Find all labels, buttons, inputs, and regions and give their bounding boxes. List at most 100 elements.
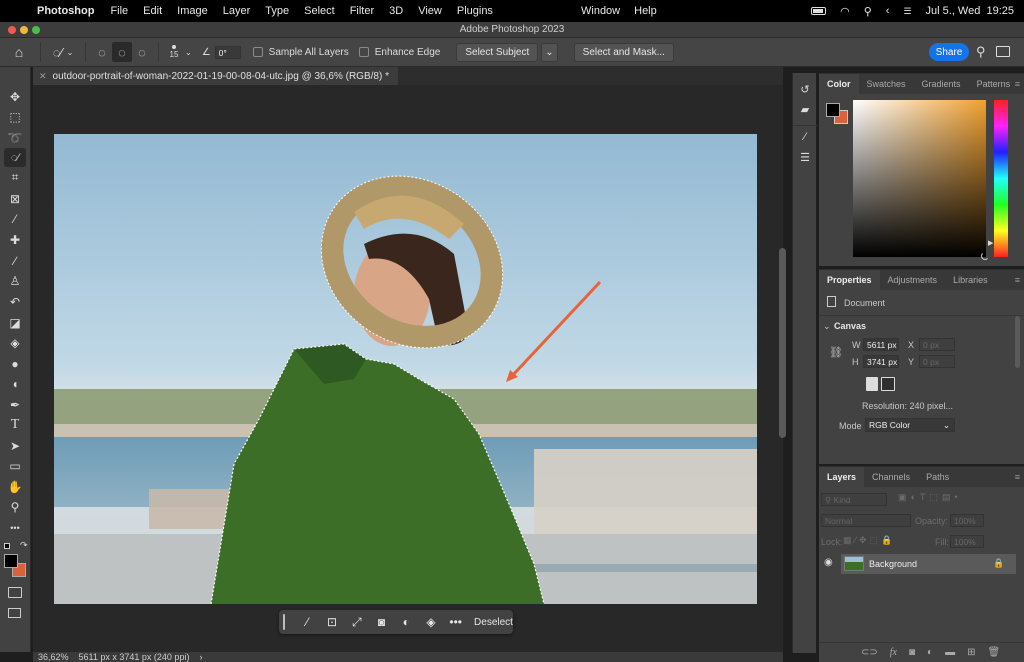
- enhance-edge-checkbox[interactable]: [358, 47, 369, 57]
- menu-window[interactable]: Window: [581, 5, 620, 17]
- panel-menu-icon[interactable]: ≡: [1015, 472, 1020, 482]
- mode-select[interactable]: RGB Color ⌄: [865, 418, 955, 432]
- tool-preset-picker[interactable]: ◌⁄ ⌄: [47, 42, 79, 62]
- new-layer-icon[interactable]: ⊞: [967, 647, 975, 658]
- blur-tool[interactable]: ●: [4, 354, 26, 373]
- zoom-level[interactable]: 36,62%: [38, 652, 69, 662]
- fg-color-swatch[interactable]: [826, 103, 840, 117]
- menu-plugins[interactable]: Plugins: [457, 5, 493, 17]
- menu-select[interactable]: Select: [304, 5, 335, 17]
- document-tab[interactable]: ✕ outdoor-portrait-of-woman-2022-01-19-0…: [33, 67, 398, 85]
- create-mask-icon[interactable]: ◙: [369, 615, 394, 629]
- tab-channels[interactable]: Channels: [864, 467, 918, 487]
- pen-tool[interactable]: ✒: [4, 395, 26, 414]
- add-to-selection-icon[interactable]: ◌: [112, 42, 132, 62]
- properties-scrollbar[interactable]: [1015, 316, 1020, 368]
- menu-type[interactable]: Type: [265, 5, 289, 17]
- layer-filter-kind[interactable]: ⚲ Kind: [821, 493, 887, 506]
- taskbar-drag-handle[interactable]: [283, 614, 285, 630]
- brush-settings-icon[interactable]: ⁄: [797, 131, 813, 147]
- canvas-section-title[interactable]: Canvas: [834, 321, 866, 331]
- swap-colors-icon[interactable]: ↷: [20, 540, 28, 551]
- enhance-edge-label[interactable]: Enhance Edge: [375, 47, 441, 58]
- tab-patterns[interactable]: Patterns: [969, 74, 1019, 94]
- subtract-from-selection-icon[interactable]: ◌: [132, 42, 152, 62]
- tab-properties[interactable]: Properties: [819, 270, 880, 290]
- foreground-color-swatch[interactable]: [4, 554, 18, 568]
- layer-row[interactable]: [841, 554, 1016, 574]
- y-input[interactable]: 0 px: [919, 355, 955, 368]
- delete-layer-icon[interactable]: 🗑: [987, 647, 1000, 658]
- close-tab-icon[interactable]: ✕: [39, 71, 47, 82]
- comments-icon[interactable]: ▰: [797, 103, 813, 119]
- tab-paths[interactable]: Paths: [918, 467, 957, 487]
- lock-icons[interactable]: ▦∕✥⬚🔒: [843, 535, 895, 546]
- path-selection-tool[interactable]: ➤: [4, 436, 26, 455]
- marquee-tool[interactable]: ⬚: [4, 107, 26, 126]
- fill-selection-icon[interactable]: ◈: [419, 615, 444, 629]
- search-icon[interactable]: ⚲: [976, 44, 986, 60]
- width-input[interactable]: 5611 px: [863, 338, 899, 351]
- modify-selection-icon[interactable]: ⁄: [295, 615, 320, 629]
- select-and-mask-button[interactable]: Select and Mask...: [573, 42, 674, 62]
- angle-input[interactable]: 0°: [214, 45, 241, 59]
- history-icon[interactable]: ↺: [797, 83, 813, 99]
- tab-adjustments[interactable]: Adjustments: [880, 270, 946, 290]
- menu-edit[interactable]: Edit: [143, 5, 162, 17]
- blend-mode-select[interactable]: Normal: [821, 514, 911, 527]
- invert-selection-icon[interactable]: ⊡: [320, 615, 345, 629]
- layer-lock-icon[interactable]: 🔒: [993, 558, 1004, 569]
- chevron-left-icon[interactable]: ‹: [886, 5, 890, 17]
- quick-selection-tool[interactable]: ◌⁄: [4, 148, 26, 167]
- document-canvas[interactable]: [54, 134, 757, 604]
- tab-gradients[interactable]: Gradients: [914, 74, 969, 94]
- sample-all-layers-checkbox[interactable]: [252, 47, 263, 57]
- brush-size-picker[interactable]: 15: [165, 45, 183, 59]
- status-menu-arrow[interactable]: ›: [199, 652, 202, 662]
- eyedropper-tool[interactable]: ⁄: [4, 209, 26, 228]
- sample-all-layers-label[interactable]: Sample All Layers: [269, 47, 349, 58]
- tab-color[interactable]: Color: [819, 74, 859, 94]
- screen-mode-icon[interactable]: [8, 608, 21, 618]
- menu-3d[interactable]: 3D: [389, 5, 403, 17]
- color-picker-field[interactable]: [853, 100, 986, 257]
- opacity-input[interactable]: 100%: [950, 514, 984, 527]
- share-button[interactable]: Share: [929, 43, 969, 61]
- tab-layers[interactable]: Layers: [819, 467, 865, 487]
- eraser-tool[interactable]: ◪: [4, 313, 26, 332]
- paint-bucket-tool[interactable]: ◈: [4, 333, 26, 352]
- crop-tool[interactable]: ⌗: [4, 168, 26, 187]
- tab-libraries[interactable]: Libraries: [945, 270, 996, 290]
- adjustment-layer-icon[interactable]: ◐: [394, 615, 419, 629]
- filter-icons[interactable]: ▣◐T⬚▤•: [898, 492, 962, 503]
- portrait-orientation-button[interactable]: [866, 377, 878, 391]
- quick-mask-icon[interactable]: [8, 587, 22, 598]
- x-input[interactable]: 0 px: [919, 338, 955, 351]
- type-tool[interactable]: T: [4, 415, 26, 434]
- minimize-window-button[interactable]: [20, 26, 28, 34]
- home-icon[interactable]: ⌂: [4, 42, 34, 62]
- wifi-icon[interactable]: ◠: [840, 5, 850, 18]
- panel-menu-icon[interactable]: ≡: [1015, 79, 1020, 89]
- select-subject-dropdown[interactable]: ⌄: [541, 42, 558, 62]
- deselect-button[interactable]: Deselect: [474, 617, 513, 628]
- zoom-window-button[interactable]: [32, 26, 40, 34]
- menu-image[interactable]: Image: [177, 5, 208, 17]
- spotlight-icon[interactable]: ⚲: [864, 5, 872, 18]
- adjustments-sliders-icon[interactable]: ☰: [797, 151, 813, 167]
- new-adjustment-icon[interactable]: ◐: [927, 647, 933, 658]
- new-group-icon[interactable]: ▬: [945, 647, 955, 658]
- lasso-tool[interactable]: ➰: [4, 128, 26, 147]
- tab-swatches[interactable]: Swatches: [859, 74, 914, 94]
- landscape-orientation-button[interactable]: [881, 377, 895, 391]
- panel-menu-icon[interactable]: ≡: [1015, 275, 1020, 285]
- menu-view[interactable]: View: [418, 5, 442, 17]
- workspace-icon[interactable]: [996, 46, 1010, 57]
- canvas-collapse-chevron[interactable]: ⌄: [823, 321, 831, 332]
- history-brush-tool[interactable]: ↶: [4, 292, 26, 311]
- healing-brush-tool[interactable]: ✚: [4, 230, 26, 249]
- clone-stamp-tool[interactable]: ♙: [4, 271, 26, 290]
- rectangle-tool[interactable]: ▭: [4, 456, 26, 475]
- more-options-icon[interactable]: •••: [443, 615, 468, 629]
- transform-selection-icon[interactable]: ⤢: [344, 615, 369, 630]
